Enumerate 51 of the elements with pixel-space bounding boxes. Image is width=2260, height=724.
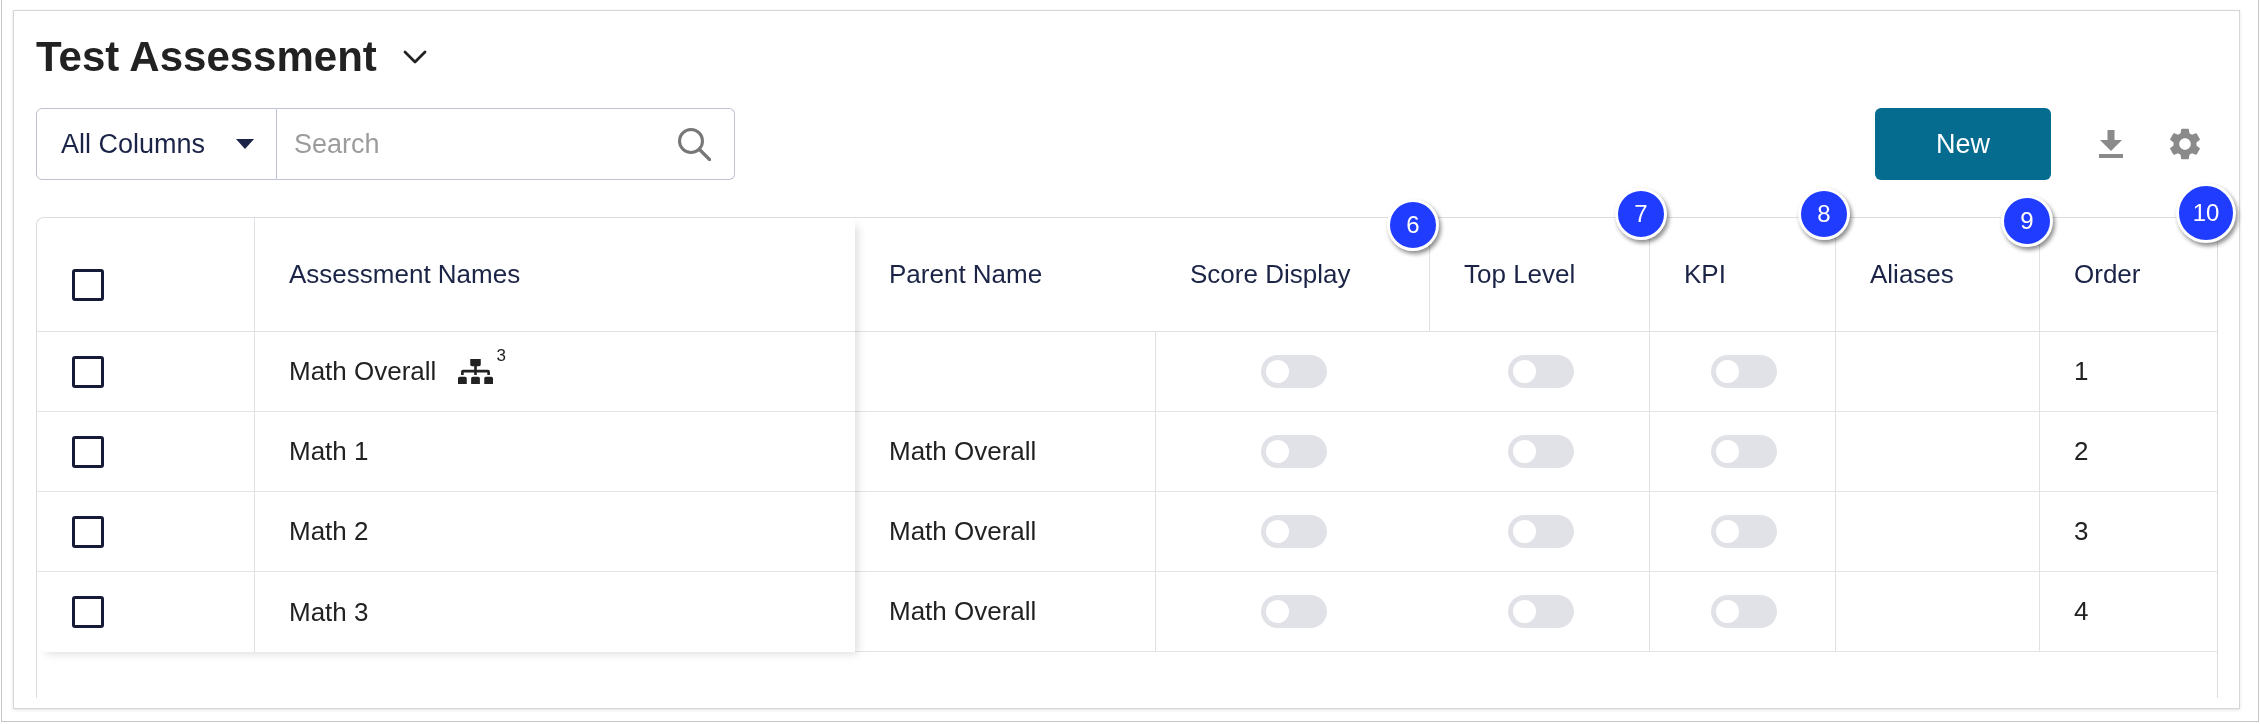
callout-badge: 9 (2001, 195, 2053, 247)
callout-badge: 8 (1798, 188, 1850, 240)
column-filter-dropdown[interactable]: All Columns (36, 108, 277, 180)
order-number: 4 (2074, 596, 2089, 627)
toggle-switch[interactable] (1261, 515, 1327, 548)
parent-name: Math Overall (889, 516, 1037, 547)
row-checkbox[interactable] (72, 596, 104, 628)
toggle-switch[interactable] (1710, 515, 1777, 548)
column-header: Assessment Names (289, 259, 521, 290)
toggle-switch[interactable] (1710, 435, 1777, 468)
download-icon[interactable] (2097, 130, 2125, 158)
toggle-switch[interactable] (1710, 355, 1777, 388)
order-number: 2 (2074, 436, 2089, 467)
column-header: Order (2074, 259, 2141, 290)
row-checkbox[interactable] (72, 515, 104, 548)
toggle-switch[interactable] (1261, 355, 1327, 388)
column-header: Parent Name (889, 259, 1043, 290)
search-icon[interactable] (677, 127, 711, 161)
column-header: Aliases (1870, 259, 1954, 290)
row-checkbox[interactable] (72, 355, 104, 388)
toggle-switch[interactable] (1507, 515, 1574, 548)
column-header: KPI (1684, 259, 1726, 290)
callout-badge: 10 (2176, 183, 2236, 243)
select-all-checkbox[interactable] (72, 268, 104, 301)
caret-icon (236, 139, 254, 149)
order-number: 3 (2074, 516, 2089, 547)
column-header: Top Level (1464, 259, 1576, 290)
assessment-name: Math 1 (289, 436, 369, 467)
callout-badge: 6 (1387, 199, 1439, 251)
toggle-switch[interactable] (1507, 435, 1574, 468)
settings-icon[interactable] (2169, 128, 2201, 160)
callout-badge: 7 (1615, 188, 1667, 240)
toggle-switch[interactable] (1507, 355, 1574, 388)
assessment-name: Math 3 (289, 596, 369, 628)
assessment-name: Math 2 (289, 516, 369, 547)
toggle-switch[interactable] (1710, 595, 1777, 628)
toggle-switch[interactable] (1261, 435, 1327, 468)
hierarchy-icon (458, 359, 494, 384)
parent-name: Math Overall (889, 436, 1037, 467)
parent-name: Math Overall (889, 596, 1037, 627)
row-checkbox[interactable] (72, 435, 104, 468)
column-header: Score Display (1190, 259, 1351, 290)
order-number: 1 (2074, 356, 2089, 387)
page-title: Test Assessment (36, 32, 377, 82)
chevron-down-icon[interactable] (402, 50, 427, 64)
toggle-switch[interactable] (1507, 595, 1574, 628)
toggle-switch[interactable] (1261, 595, 1327, 628)
new-button[interactable]: New (1875, 108, 2051, 180)
search-field[interactable]: Search (277, 108, 735, 180)
assessment-name: Math Overall (289, 356, 437, 387)
child-count: 3 (496, 346, 506, 366)
